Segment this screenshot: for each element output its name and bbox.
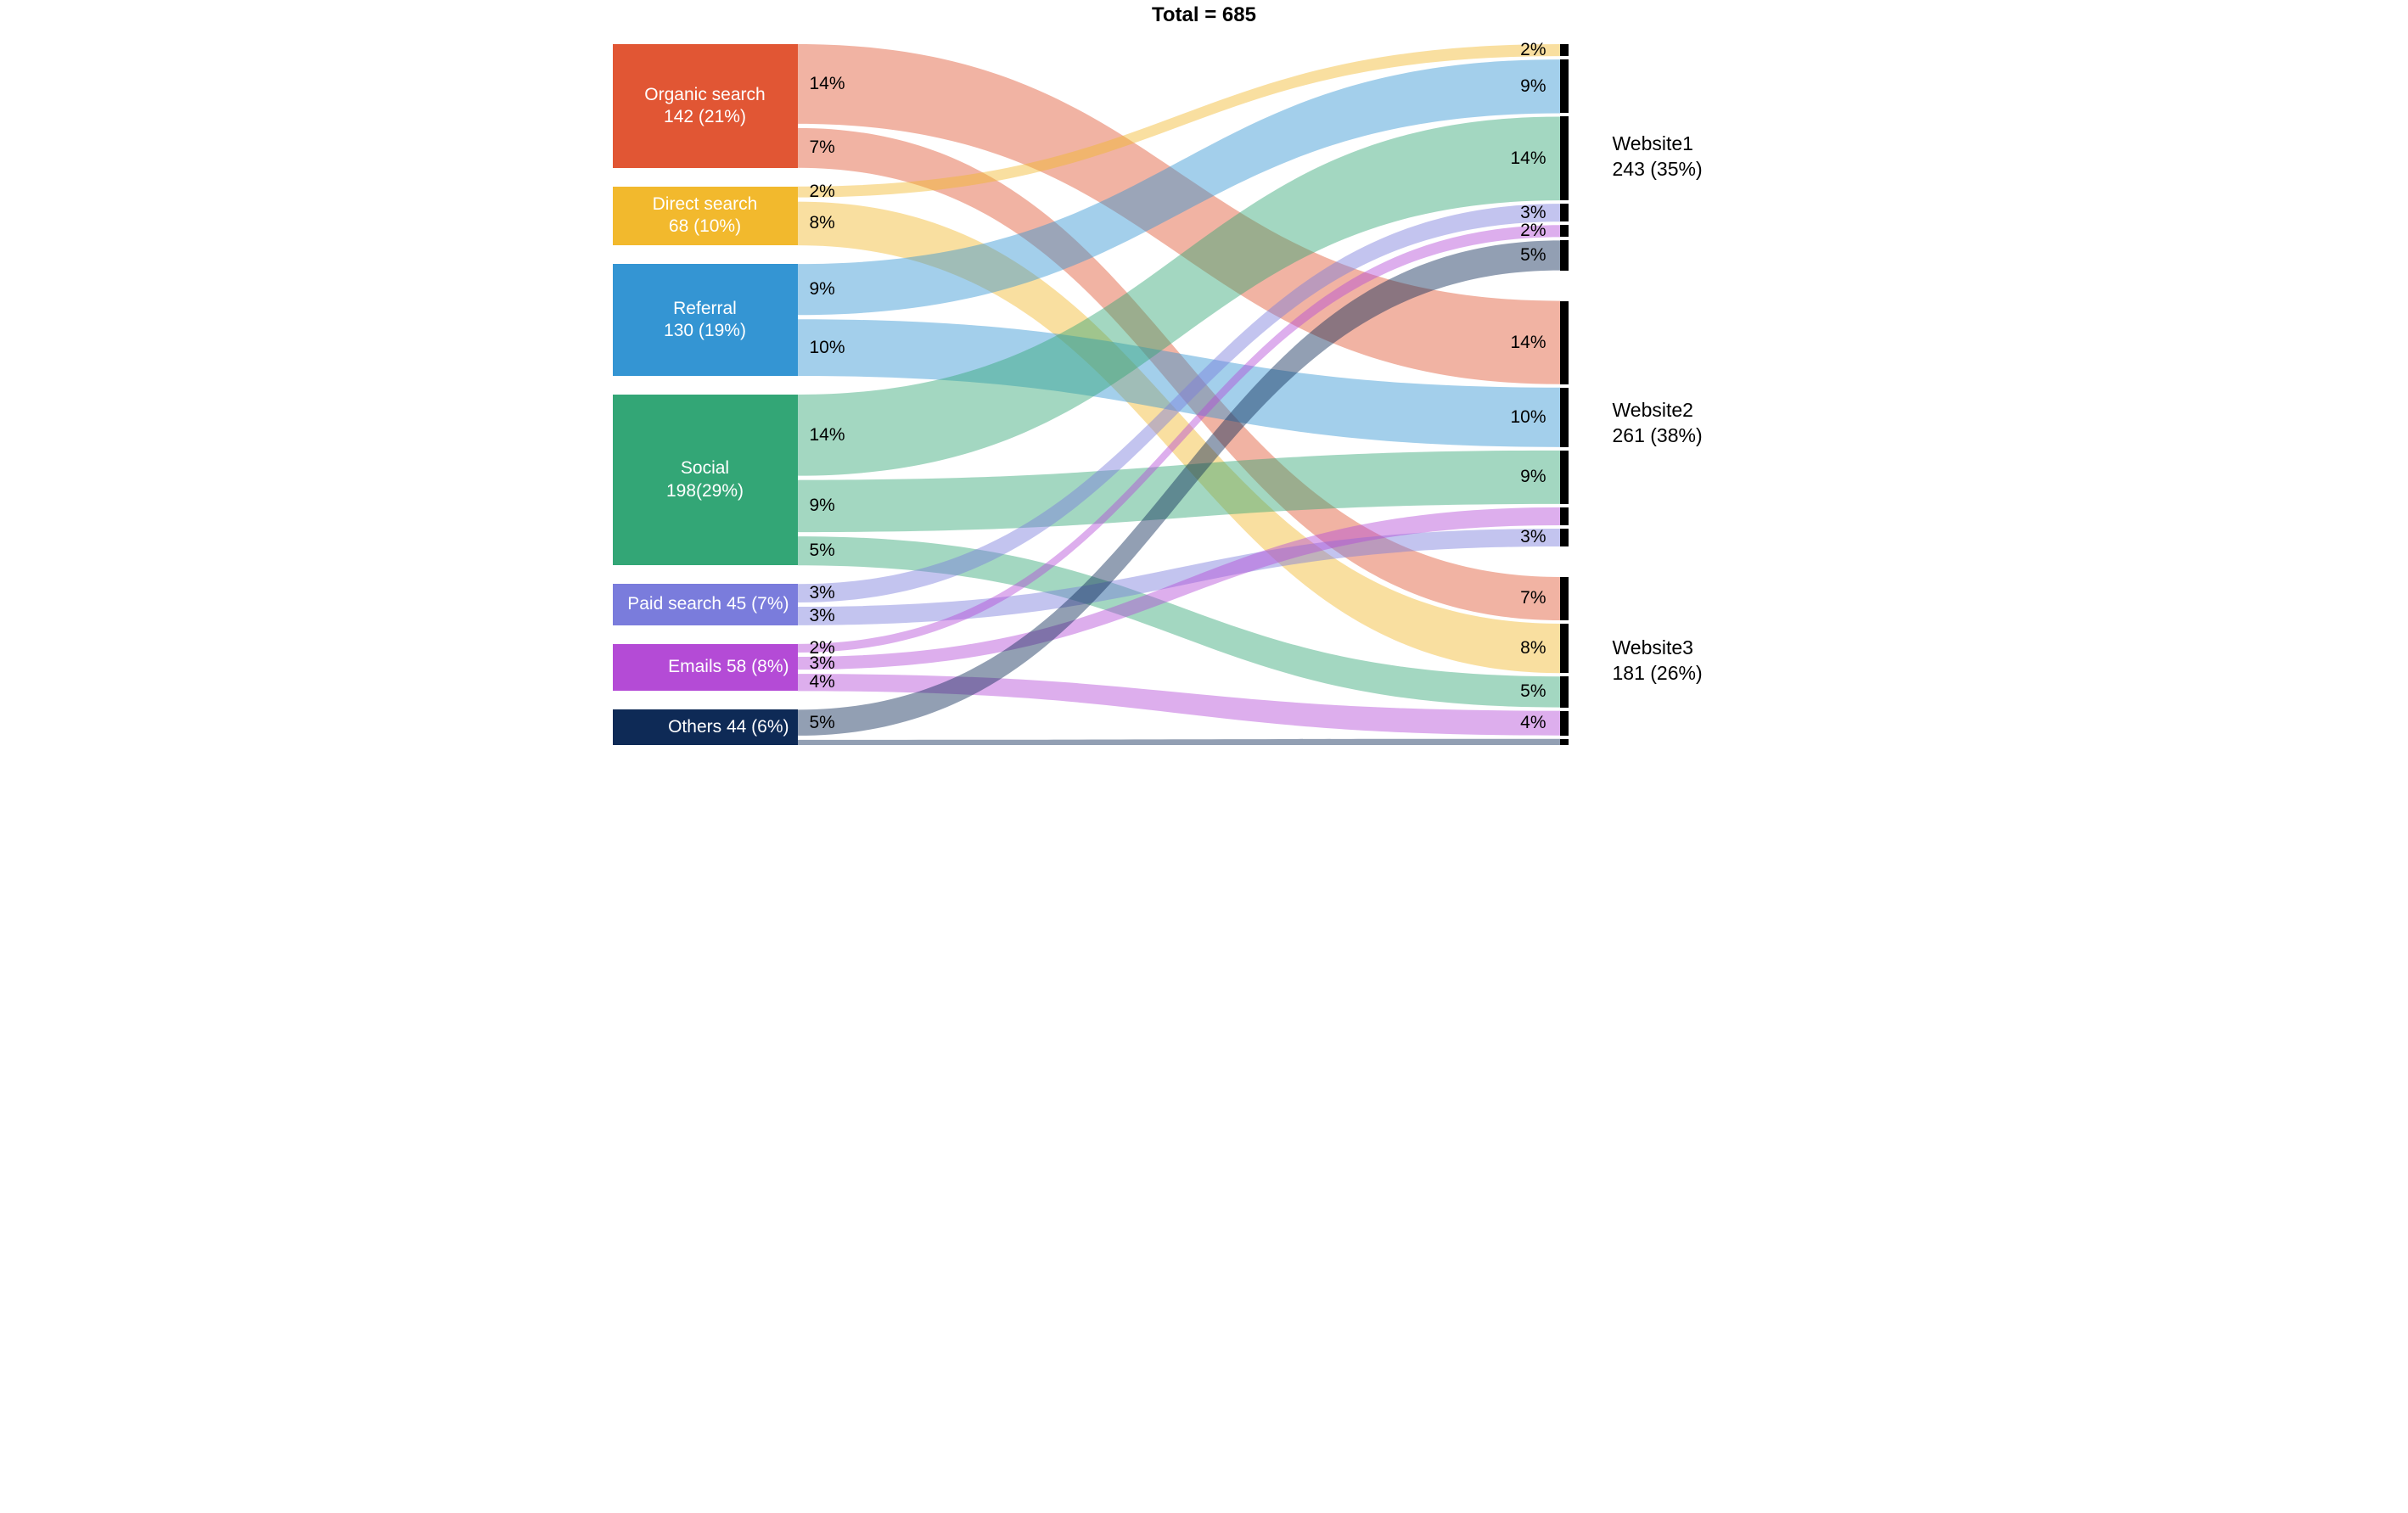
source-stat: 130 (19%) <box>664 320 746 342</box>
source-label: Social <box>681 457 729 479</box>
flow-src-pct: 3% <box>810 583 835 603</box>
target-label-w1: Website1243 (35%) <box>1613 132 1703 182</box>
target-segment <box>1560 507 1569 525</box>
source-stat: 142 (21%) <box>664 106 746 128</box>
target-segment <box>1560 59 1569 113</box>
source-stat: 198(29%) <box>666 480 744 502</box>
flow-dst-pct: 14% <box>1510 333 1546 353</box>
source-node-direct: Direct search68 (10%) <box>613 187 798 245</box>
source-node-organic: Organic search142 (21%) <box>613 44 798 168</box>
target-segment <box>1560 451 1569 504</box>
target-name: Website2 <box>1613 398 1703 423</box>
target-segment <box>1560 116 1569 200</box>
source-label: Referral <box>673 298 737 320</box>
flow-dst-pct: 3% <box>1520 527 1546 547</box>
target-name: Website1 <box>1613 132 1703 157</box>
target-segment <box>1560 529 1569 546</box>
flow-dst-pct: 8% <box>1520 638 1546 658</box>
flow-dst-pct: 2% <box>1520 40 1546 60</box>
source-node-paid: Paid search 45 (7%) <box>613 584 798 625</box>
flow-src-pct: 3% <box>810 653 835 674</box>
source-node-referral: Referral130 (19%) <box>613 264 798 376</box>
flow-src-pct: 3% <box>810 606 835 626</box>
flow-src-pct: 5% <box>810 713 835 733</box>
flow-dst-pct: 3% <box>1520 203 1546 223</box>
target-segment <box>1560 676 1569 707</box>
flow-src-pct: 5% <box>810 541 835 561</box>
sankey-chart: Total = 685 Organic search142 (21%)Direc… <box>603 0 1806 756</box>
target-stat: 243 (35%) <box>1613 157 1703 182</box>
source-label: Organic search <box>644 84 765 106</box>
flow-src-pct: 8% <box>810 213 835 233</box>
target-segment <box>1560 739 1569 745</box>
flow-dst-pct: 7% <box>1520 588 1546 608</box>
target-segment <box>1560 44 1569 56</box>
target-segment <box>1560 301 1569 384</box>
source-label: Emails <box>668 657 721 676</box>
flow-src-pct: 2% <box>810 182 835 202</box>
flow-src-pct: 7% <box>810 137 835 158</box>
sankey-link <box>798 739 1560 745</box>
flow-dst-pct: 5% <box>1520 681 1546 702</box>
flow-src-pct: 10% <box>810 338 845 358</box>
target-stat: 181 (26%) <box>1613 661 1703 686</box>
source-node-social: Social198(29%) <box>613 395 798 565</box>
source-stat: 68 (10%) <box>669 216 741 238</box>
target-stat: 261 (38%) <box>1613 423 1703 449</box>
target-segment <box>1560 577 1569 620</box>
flow-src-pct: 9% <box>810 496 835 516</box>
flow-src-pct: 14% <box>810 74 845 94</box>
target-segment <box>1560 624 1569 673</box>
source-label: Others <box>668 717 721 737</box>
source-label: Direct search <box>653 193 758 216</box>
flow-dst-pct: 10% <box>1510 407 1546 428</box>
target-label-w2: Website2261 (38%) <box>1613 398 1703 449</box>
flow-dst-pct: 14% <box>1510 148 1546 169</box>
target-label-w3: Website3181 (26%) <box>1613 636 1703 686</box>
flow-dst-pct: 9% <box>1520 467 1546 487</box>
source-label: Paid search <box>627 594 721 614</box>
flow-dst-pct: 9% <box>1520 76 1546 97</box>
target-name: Website3 <box>1613 636 1703 661</box>
flow-dst-pct: 5% <box>1520 245 1546 266</box>
flow-src-pct: 4% <box>810 672 835 692</box>
source-node-others: Others 44 (6%) <box>613 709 798 745</box>
target-segment <box>1560 388 1569 447</box>
target-segment <box>1560 204 1569 221</box>
target-segment <box>1560 240 1569 270</box>
flow-dst-pct: 2% <box>1520 221 1546 241</box>
flow-src-pct: 9% <box>810 279 835 300</box>
flow-dst-pct: 4% <box>1520 713 1546 733</box>
source-node-emails: Emails 58 (8%) <box>613 644 798 692</box>
flow-src-pct: 14% <box>810 425 845 445</box>
target-segment <box>1560 225 1569 237</box>
target-segment <box>1560 711 1569 736</box>
